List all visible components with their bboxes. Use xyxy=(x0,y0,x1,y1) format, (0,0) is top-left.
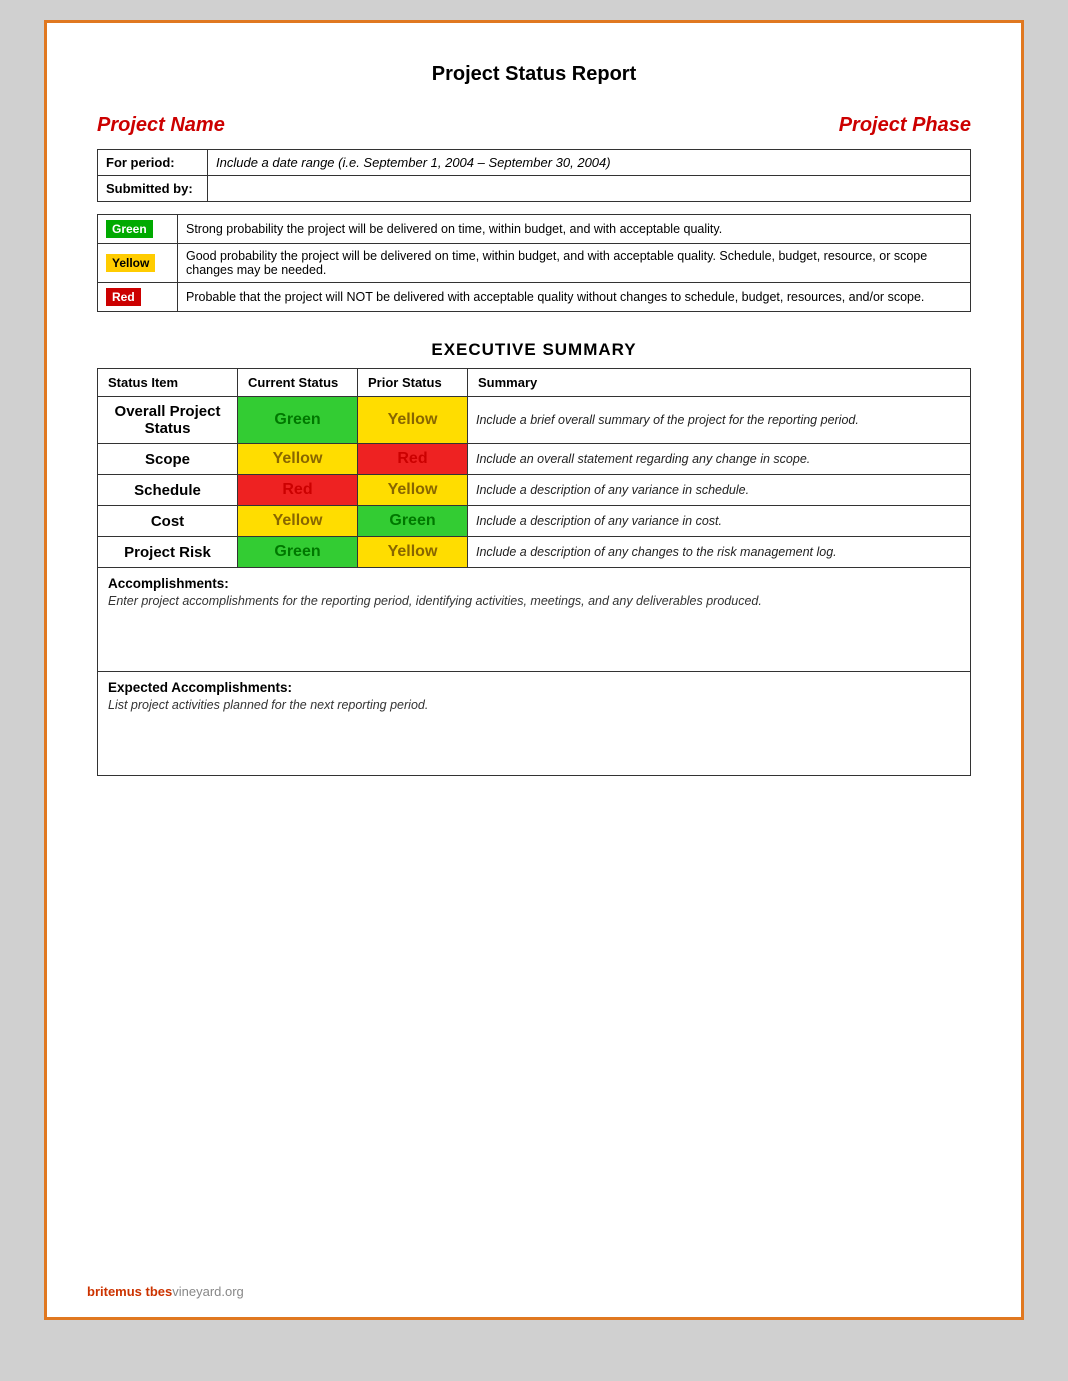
legend-green-desc: Strong probability the project will be d… xyxy=(178,215,971,244)
project-phase-label: Project Phase xyxy=(839,114,971,137)
prior-status-cell: Green xyxy=(358,506,468,537)
summary-cell: Include a description of any variance in… xyxy=(468,475,971,506)
summary-cell: Include a description of any changes to … xyxy=(468,537,971,568)
col-summary: Summary xyxy=(468,369,971,397)
legend-yellow-desc: Good probability the project will be del… xyxy=(178,244,971,283)
accomplishments-row: Accomplishments: Enter project accomplis… xyxy=(98,568,971,672)
current-status-cell: Green xyxy=(238,537,358,568)
for-period-label: For period: xyxy=(98,150,208,176)
accomplishments-cell: Accomplishments: Enter project accomplis… xyxy=(98,568,971,672)
table-row: Schedule Red Yellow Include a descriptio… xyxy=(98,475,971,506)
prior-status-cell: Yellow xyxy=(358,537,468,568)
summary-cell: Include a description of any variance in… xyxy=(468,506,971,537)
report-page: Project Status Report Project Name Proje… xyxy=(44,20,1024,1320)
submitted-by-label: Submitted by: xyxy=(98,176,208,202)
accomplishments-label: Accomplishments: xyxy=(108,576,960,591)
for-period-value: Include a date range (i.e. September 1, … xyxy=(208,150,971,176)
accomplishments-section: Accomplishments: Enter project accomplis… xyxy=(98,568,971,776)
yellow-badge: Yellow xyxy=(106,254,155,272)
project-header: Project Name Project Phase xyxy=(97,114,971,137)
status-item-cell: Cost xyxy=(98,506,238,537)
status-item-cell: Project Risk xyxy=(98,537,238,568)
footer-br-text: britemus tbes xyxy=(87,1284,172,1299)
legend-green-badge: Green xyxy=(98,215,178,244)
project-name-label: Project Name xyxy=(97,114,225,137)
legend-green-row: Green Strong probability the project wil… xyxy=(98,215,971,244)
table-row: Scope Yellow Red Include an overall stat… xyxy=(98,444,971,475)
executive-summary-table: Status Item Current Status Prior Status … xyxy=(97,368,971,776)
table-header-row: Status Item Current Status Prior Status … xyxy=(98,369,971,397)
summary-cell: Include a brief overall summary of the p… xyxy=(468,397,971,444)
col-current-status: Current Status xyxy=(238,369,358,397)
table-row: Project Risk Green Yellow Include a desc… xyxy=(98,537,971,568)
col-prior-status: Prior Status xyxy=(358,369,468,397)
status-item-cell: Overall Project Status xyxy=(98,397,238,444)
report-title: Project Status Report xyxy=(97,63,971,86)
table-row: Overall Project Status Green Yellow Incl… xyxy=(98,397,971,444)
expected-accomplishments-desc: List project activities planned for the … xyxy=(108,698,960,712)
current-status-cell: Red xyxy=(238,475,358,506)
expected-accomplishments-cell: Expected Accomplishments: List project a… xyxy=(98,672,971,776)
legend-red-row: Red Probable that the project will NOT b… xyxy=(98,283,971,312)
expected-accomplishments-row: Expected Accomplishments: List project a… xyxy=(98,672,971,776)
prior-status-cell: Yellow xyxy=(358,475,468,506)
prior-status-cell: Red xyxy=(358,444,468,475)
legend-yellow-row: Yellow Good probability the project will… xyxy=(98,244,971,283)
table-row: Cost Yellow Green Include a description … xyxy=(98,506,971,537)
red-badge: Red xyxy=(106,288,141,306)
submitted-by-value xyxy=(208,176,971,202)
footer-rest: vineyard.org xyxy=(172,1284,244,1299)
executive-summary-title: EXECUTIVE SUMMARY xyxy=(97,340,971,360)
prior-status-cell: Yellow xyxy=(358,397,468,444)
expected-accomplishments-label: Expected Accomplishments: xyxy=(108,680,960,695)
current-status-cell: Yellow xyxy=(238,506,358,537)
footer-watermark: britemus tbesvineyard.org xyxy=(87,1284,244,1299)
green-badge: Green xyxy=(106,220,153,238)
status-item-cell: Schedule xyxy=(98,475,238,506)
legend-yellow-badge: Yellow xyxy=(98,244,178,283)
legend-red-badge: Red xyxy=(98,283,178,312)
current-status-cell: Green xyxy=(238,397,358,444)
summary-cell: Include an overall statement regarding a… xyxy=(468,444,971,475)
legend-red-desc: Probable that the project will NOT be de… xyxy=(178,283,971,312)
current-status-cell: Yellow xyxy=(238,444,358,475)
accomplishments-desc: Enter project accomplishments for the re… xyxy=(108,594,960,608)
info-table: For period: Include a date range (i.e. S… xyxy=(97,149,971,202)
col-status-item: Status Item xyxy=(98,369,238,397)
for-period-row: For period: Include a date range (i.e. S… xyxy=(98,150,971,176)
submitted-by-row: Submitted by: xyxy=(98,176,971,202)
status-item-cell: Scope xyxy=(98,444,238,475)
legend-table: Green Strong probability the project wil… xyxy=(97,214,971,312)
